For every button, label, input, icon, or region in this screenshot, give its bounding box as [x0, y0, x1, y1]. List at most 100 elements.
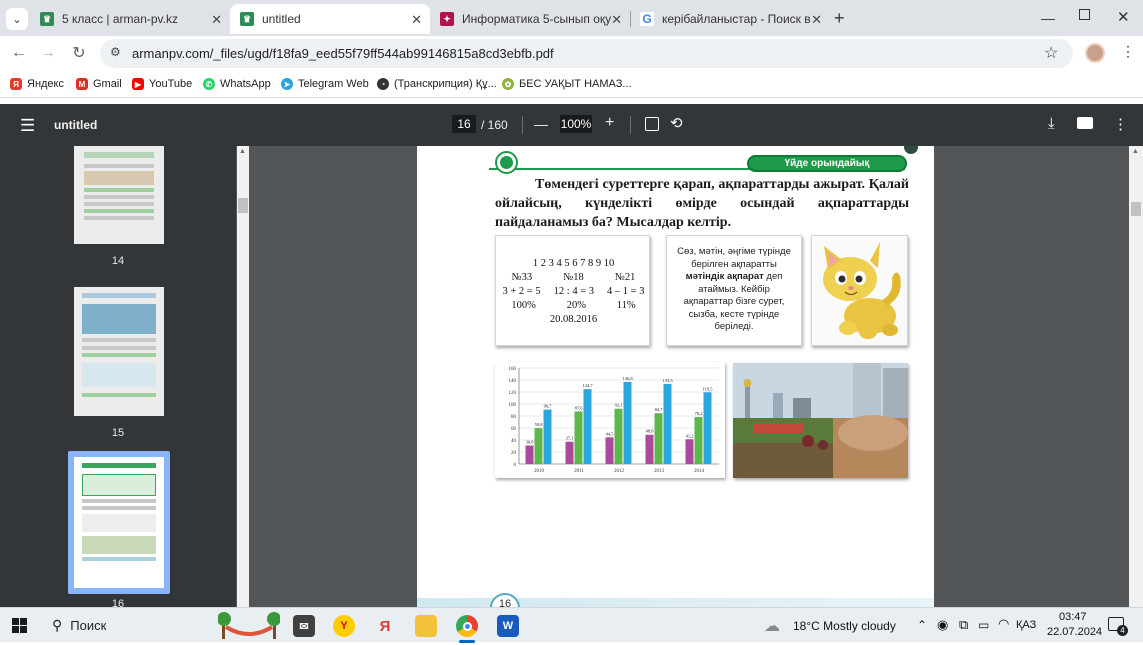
zoom-level-input[interactable]: 100%	[560, 115, 592, 133]
tab-google-search[interactable]: G керібайланыстар - Поиск в Go ✕	[630, 4, 830, 34]
more-options-icon[interactable]: ⋮	[1113, 115, 1128, 133]
bar	[534, 428, 543, 464]
thumbnail-scrollbar[interactable]: ▲	[237, 146, 249, 607]
card-text: Сөз, мәтін, әңгіме түрінде берілген ақпа…	[677, 246, 791, 270]
close-tab-icon[interactable]: ✕	[411, 12, 422, 28]
y-tick-label: 0	[514, 463, 517, 468]
tab-title: Информатика 5-сынып оқушы	[462, 12, 612, 26]
forward-arrow-icon[interactable]: →	[37, 42, 59, 64]
data-label: 87,6	[575, 405, 584, 411]
bookmark-gmail[interactable]: M Gmail	[76, 76, 122, 92]
mail-icon[interactable]: ✉	[293, 615, 315, 637]
taskbar-search[interactable]: ⚲ Поиск	[40, 611, 210, 640]
data-label: 136,8	[622, 376, 633, 382]
clock-date[interactable]: 22.07.2024	[1047, 626, 1102, 638]
scroll-up-arrow-icon[interactable]: ▲	[1132, 148, 1139, 155]
record-icon[interactable]: ◉	[937, 617, 948, 633]
bookmark-star-icon[interactable]: ☆	[1044, 43, 1058, 63]
thumbnail-page-16[interactable]	[74, 457, 164, 588]
main-scrollbar[interactable]: ▲	[1129, 146, 1143, 607]
menu-dots-icon[interactable]: ⋮	[1121, 43, 1135, 60]
thumbnail-page-14[interactable]	[74, 146, 164, 244]
plus-icon[interactable]: +	[834, 8, 845, 29]
namaz-icon: ✿	[502, 78, 514, 90]
profile-avatar[interactable]	[1085, 43, 1105, 63]
wifi-icon[interactable]: ◠	[998, 616, 1009, 632]
bookmark-label: Gmail	[93, 78, 122, 90]
address-bar[interactable]: ⚙ armanpv.com/_files/ugd/f18fa9_eed55f79…	[100, 39, 1073, 68]
restore-icon[interactable]	[1079, 9, 1090, 20]
tab-arman-pv[interactable]: ♛ 5 класс | arman-pv.kz ✕	[30, 4, 230, 34]
language-indicator[interactable]: ҚАЗ	[1016, 619, 1036, 631]
yandex-icon[interactable]: Я	[374, 615, 396, 637]
file-explorer-icon[interactable]	[415, 615, 437, 637]
data-label: 44,5	[606, 431, 615, 437]
whatsapp-icon: ✆	[203, 78, 215, 90]
cat-illustration	[823, 242, 901, 339]
weather-text[interactable]: 18°C Mostly cloudy	[793, 619, 896, 633]
task-text: Төмендегі суреттерге қарап, ақпараттарды…	[495, 177, 909, 230]
yandex-browser-icon[interactable]: Y	[333, 615, 355, 637]
y-tick-label: 40	[511, 439, 517, 444]
tab-search-button[interactable]: ⌄	[6, 8, 28, 30]
clock-time[interactable]: 03:47	[1059, 611, 1087, 623]
print-icon[interactable]	[1077, 117, 1093, 129]
bookmark-transcription[interactable]: ◔ (Транскрипция) Құ...	[377, 76, 497, 92]
battery-icon[interactable]: ▭	[978, 618, 989, 632]
chrome-icon[interactable]	[456, 615, 478, 637]
data-label: 37,1	[566, 436, 574, 442]
bookmark-whatsapp[interactable]: ✆ WhatsApp	[203, 76, 271, 92]
y-tick-label: 140	[509, 379, 517, 384]
zoom-in-button[interactable]: +	[605, 114, 614, 132]
tab-untitled[interactable]: ♛ untitled ✕	[230, 4, 430, 34]
url-text: armanpv.com/_files/ugd/f18fa9_eed55f79ff…	[132, 46, 554, 61]
hamburger-menu-icon[interactable]: ☰	[20, 116, 35, 136]
tab-informatika[interactable]: ✦ Информатика 5-сынып оқушы ✕	[430, 4, 630, 34]
scroll-up-arrow-icon[interactable]: ▲	[239, 148, 246, 155]
thumbnail-scroll-thumb[interactable]	[238, 198, 248, 213]
bar	[654, 413, 663, 464]
data-label: 133,5	[662, 378, 673, 384]
close-window-icon[interactable]: ✕	[1117, 8, 1130, 26]
bookmark-telegram[interactable]: ➤ Telegram Web	[281, 76, 369, 92]
thumbnail-label: 14	[111, 255, 125, 267]
page-number-input[interactable]: 16	[452, 115, 476, 133]
bar	[583, 389, 592, 464]
zoom-out-button[interactable]: —	[534, 116, 548, 132]
crown-icon: ♛	[40, 12, 54, 26]
pdf-toolbar: ☰ untitled 16 / 160 — 100% + ⟲ ⤓ ⋮	[0, 104, 1143, 146]
pdf-viewer: 14 15 16 ▲ Үйде орындайық Төмендегі суре…	[0, 146, 1143, 607]
bookmarks-bar: Я Яндекс M Gmail ▶ YouTube ✆ WhatsApp ➤ Teleg…	[0, 70, 1143, 98]
meet-icon[interactable]: ⧉	[959, 617, 968, 633]
windows-start-icon[interactable]	[12, 618, 27, 633]
close-tab-icon[interactable]: ✕	[211, 12, 222, 28]
book-icon: ✦	[440, 12, 454, 26]
site-info-icon[interactable]: ⚙	[110, 45, 121, 59]
rotate-icon[interactable]: ⟲	[670, 114, 683, 132]
bookmark-label: WhatsApp	[220, 78, 271, 90]
transcription-icon: ◔	[377, 78, 389, 90]
close-tab-icon[interactable]: ✕	[811, 12, 822, 28]
bar	[574, 411, 583, 464]
bar	[685, 439, 694, 464]
bookmark-youtube[interactable]: ▶ YouTube	[132, 76, 192, 92]
reload-icon[interactable]: ↻	[68, 42, 90, 64]
city-photo-illustration	[733, 363, 908, 478]
word-icon[interactable]: W	[497, 615, 519, 637]
x-tick-label: 2010	[534, 469, 545, 474]
tray-chevron-icon[interactable]: ⌃	[917, 618, 927, 632]
google-icon: G	[640, 12, 654, 26]
bookmark-yandex[interactable]: Я Яндекс	[10, 76, 64, 92]
back-arrow-icon[interactable]: ←	[8, 42, 30, 64]
minimize-icon[interactable]: —	[1041, 10, 1055, 26]
y-tick-label: 120	[509, 391, 517, 396]
bookmark-namaz[interactable]: ✿ БЕС УАҚЫТ НАМАЗ...	[502, 76, 632, 92]
close-tab-icon[interactable]: ✕	[611, 12, 622, 28]
fit-page-icon[interactable]	[645, 117, 659, 131]
document-title: untitled	[54, 118, 98, 132]
toolbar-divider	[630, 116, 631, 134]
download-icon[interactable]: ⤓	[1048, 115, 1055, 132]
main-scroll-thumb[interactable]	[1131, 202, 1141, 216]
thumbnail-page-15[interactable]	[74, 287, 164, 416]
digits-row: 1 2 3 4 5 6 7 8 9 10	[532, 258, 615, 269]
